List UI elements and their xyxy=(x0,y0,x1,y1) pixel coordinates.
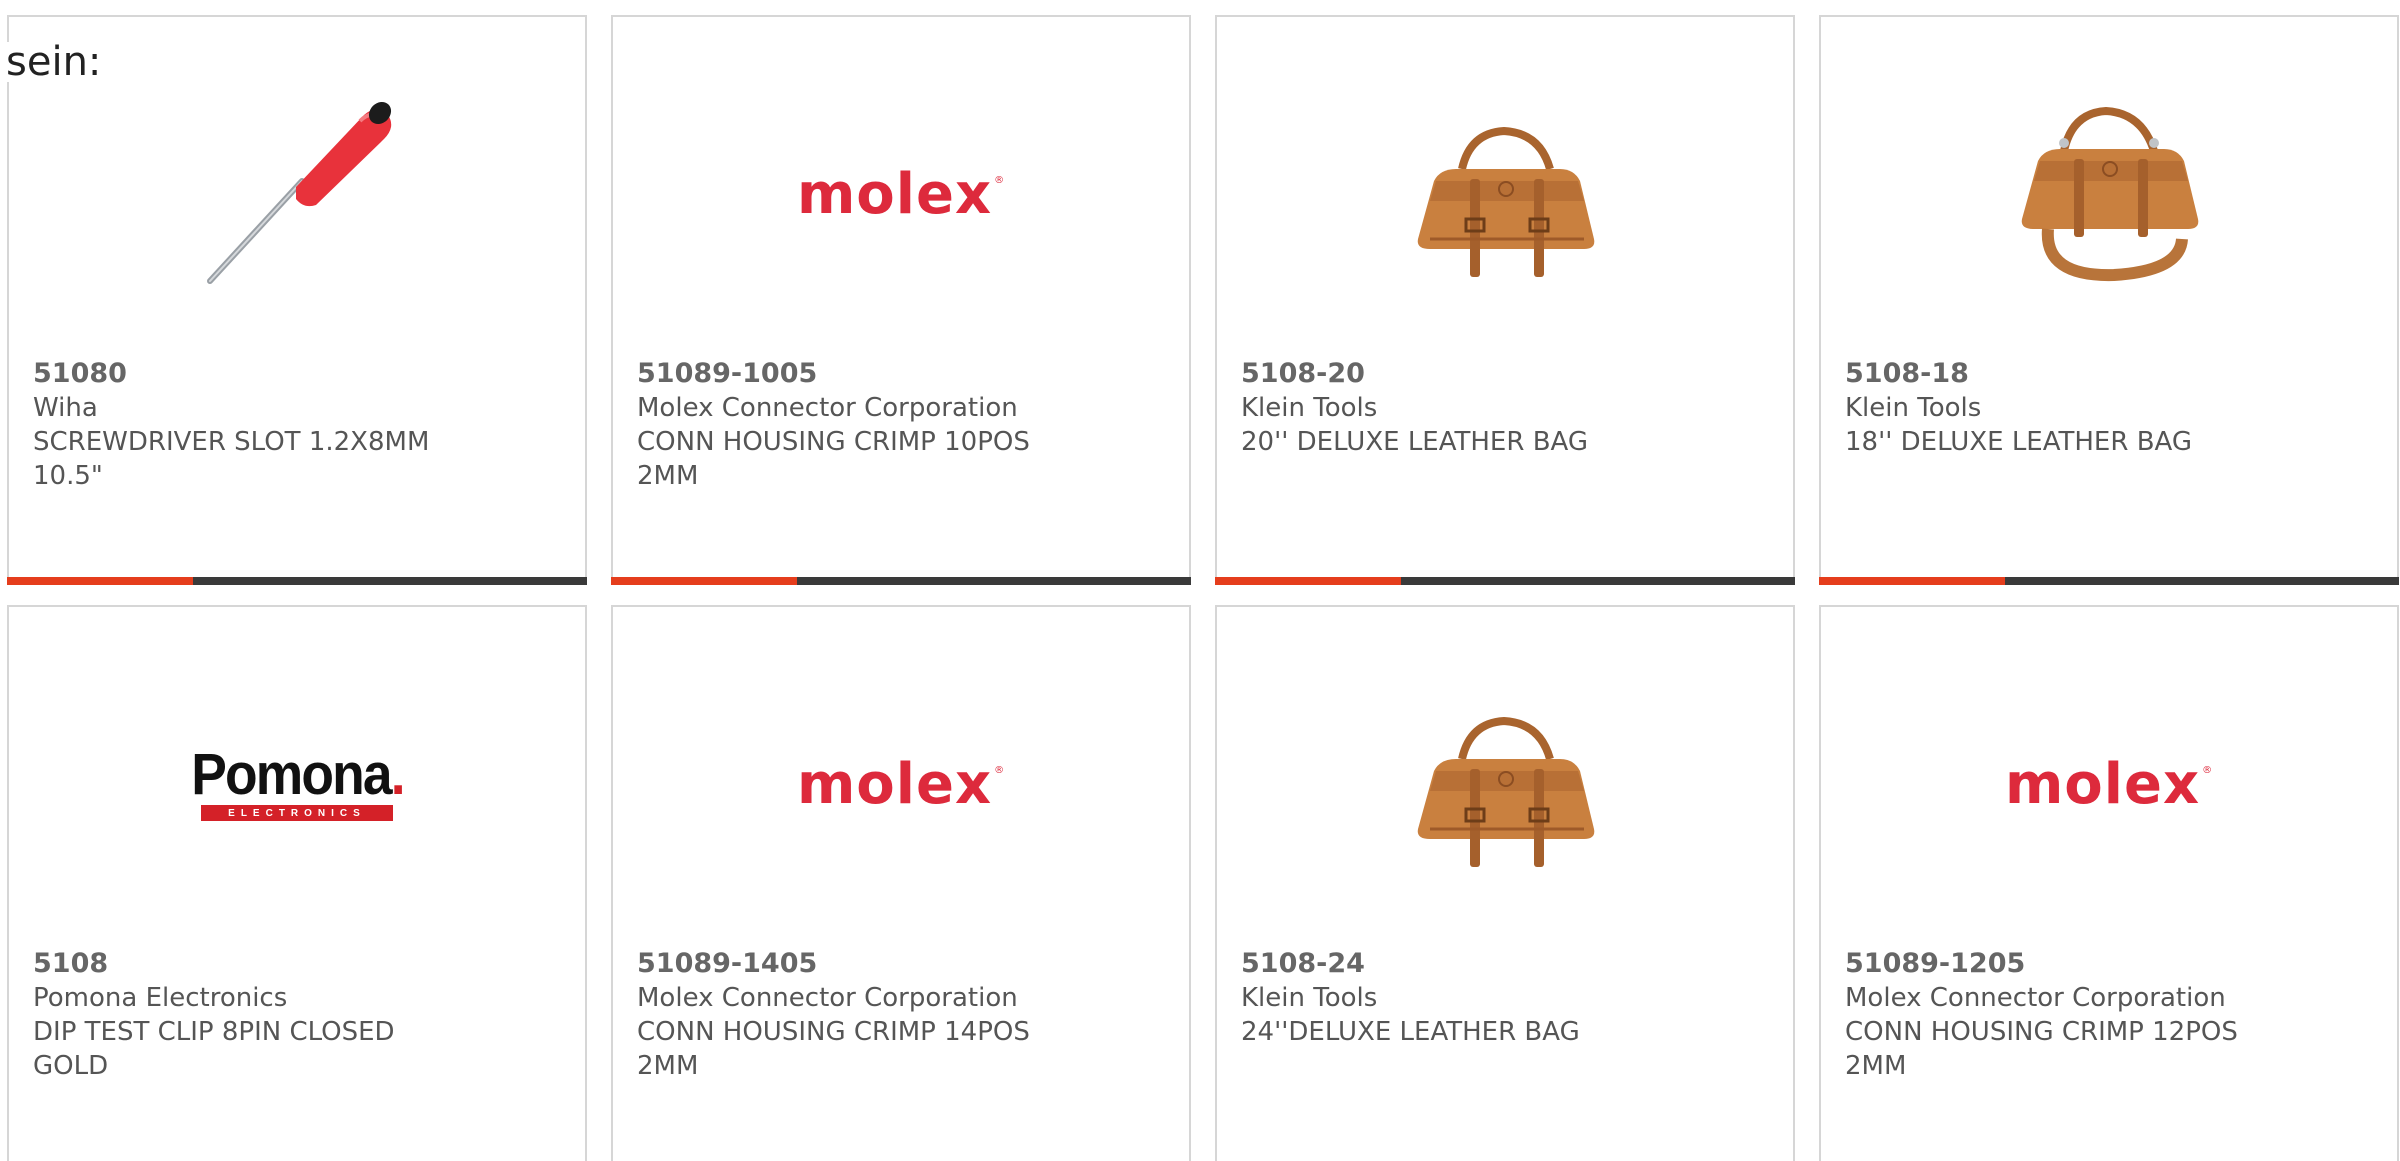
part-number[interactable]: 5108-20 xyxy=(1241,357,1653,391)
description: SCREWDRIVER SLOT 1.2X8MM 10.5" xyxy=(33,427,430,491)
description: CONN HOUSING CRIMP 10POS 2MM xyxy=(637,427,1030,491)
part-number[interactable]: 5108-24 xyxy=(1241,947,1653,981)
description: 18'' DELUXE LEATHER BAG xyxy=(1845,427,2193,457)
pomona-logo-text: Pomona xyxy=(190,742,392,807)
molex-logo-mark: ® xyxy=(994,174,1006,186)
product-card[interactable]: 5108-18 Klein Tools 18'' DELUXE LEATHER … xyxy=(1819,15,2399,585)
product-image: Pomona. ELECTRONICS xyxy=(9,679,585,889)
molex-logo: molex ® xyxy=(2005,752,2213,817)
product-card[interactable]: 5108-24 Klein Tools 24''DELUXE LEATHER B… xyxy=(1215,605,1795,1161)
description: CONN HOUSING CRIMP 14POS 2MM xyxy=(637,1017,1030,1081)
progress-bar xyxy=(7,577,587,585)
molex-logo-mark: ® xyxy=(2202,764,2214,776)
progress-bar xyxy=(611,577,1191,585)
product-image xyxy=(1821,89,2397,299)
part-number[interactable]: 51089-1005 xyxy=(637,357,1049,391)
description: DIP TEST CLIP 8PIN CLOSED GOLD xyxy=(33,1017,395,1081)
molex-logo-mark: ® xyxy=(994,764,1006,776)
manufacturer: Klein Tools xyxy=(1241,983,1378,1013)
pomona-logo-band: ELECTRONICS xyxy=(201,805,393,821)
product-image xyxy=(1217,679,1793,889)
product-card[interactable]: Pomona. ELECTRONICS 5108 Pomona Electron… xyxy=(7,605,587,1161)
pomona-logo-word: Pomona. xyxy=(191,746,405,804)
molex-logo: molex ® xyxy=(797,162,1005,227)
intro-text: sein: xyxy=(6,39,104,85)
leather-bag-strap-icon xyxy=(2004,89,2214,299)
product-card[interactable]: molex ® 51089-1005 Molex Connector Corpor… xyxy=(611,15,1191,585)
product-info: 51080 Wiha SCREWDRIVER SLOT 1.2X8MM 10.5… xyxy=(33,357,445,493)
molex-logo-text: molex xyxy=(796,161,993,227)
progress-bar xyxy=(1819,577,2399,585)
description: 24''DELUXE LEATHER BAG xyxy=(1241,1017,1580,1047)
progress-fill xyxy=(611,577,797,585)
product-card[interactable]: 51080 Wiha SCREWDRIVER SLOT 1.2X8MM 10.5… xyxy=(7,15,587,585)
manufacturer: Molex Connector Corporation xyxy=(1845,983,2226,1013)
part-number[interactable]: 51089-1205 xyxy=(1845,947,2257,981)
product-info: 51089-1205 Molex Connector Corporation C… xyxy=(1845,947,2257,1083)
product-grid-page: sein: 51080 Wiha SCREWDRIVER SLOT 1.2X8M… xyxy=(0,0,2400,1161)
manufacturer: Wiha xyxy=(33,393,98,423)
molex-logo-text: molex xyxy=(2004,751,2201,817)
part-number[interactable]: 51089-1405 xyxy=(637,947,1049,981)
product-image: molex ® xyxy=(613,679,1189,889)
part-number[interactable]: 5108 xyxy=(33,947,445,981)
part-number[interactable]: 51080 xyxy=(33,357,445,391)
product-card[interactable]: molex ® 51089-1205 Molex Connector Corpor… xyxy=(1819,605,2399,1161)
product-image xyxy=(9,89,585,299)
description: 20'' DELUXE LEATHER BAG xyxy=(1241,427,1589,457)
progress-fill xyxy=(7,577,193,585)
manufacturer: Molex Connector Corporation xyxy=(637,393,1018,423)
screwdriver-icon xyxy=(192,89,402,299)
product-info: 5108-24 Klein Tools 24''DELUXE LEATHER B… xyxy=(1241,947,1653,1049)
product-grid: 51080 Wiha SCREWDRIVER SLOT 1.2X8MM 10.5… xyxy=(7,15,2399,1161)
manufacturer: Pomona Electronics xyxy=(33,983,288,1013)
product-info: 5108 Pomona Electronics DIP TEST CLIP 8P… xyxy=(33,947,445,1083)
description: CONN HOUSING CRIMP 12POS 2MM xyxy=(1845,1017,2238,1081)
product-info: 51089-1405 Molex Connector Corporation C… xyxy=(637,947,1049,1083)
progress-fill xyxy=(1215,577,1401,585)
progress-fill xyxy=(1819,577,2005,585)
molex-logo: molex ® xyxy=(797,752,1005,817)
leather-bag-icon xyxy=(1400,89,1610,299)
product-info: 51089-1005 Molex Connector Corporation C… xyxy=(637,357,1049,493)
product-image xyxy=(1217,89,1793,299)
manufacturer: Klein Tools xyxy=(1241,393,1378,423)
progress-bar xyxy=(1215,577,1795,585)
manufacturer: Klein Tools xyxy=(1845,393,1982,423)
product-info: 5108-18 Klein Tools 18'' DELUXE LEATHER … xyxy=(1845,357,2257,459)
product-image: molex ® xyxy=(613,89,1189,299)
product-image: molex ® xyxy=(1821,679,2397,889)
pomona-logo: Pomona. ELECTRONICS xyxy=(191,746,405,821)
pomona-logo-dot: . xyxy=(390,742,405,807)
molex-logo-text: molex xyxy=(796,751,993,817)
product-info: 5108-20 Klein Tools 20'' DELUXE LEATHER … xyxy=(1241,357,1653,459)
product-card[interactable]: molex ® 51089-1405 Molex Connector Corpor… xyxy=(611,605,1191,1161)
manufacturer: Molex Connector Corporation xyxy=(637,983,1018,1013)
leather-bag-icon xyxy=(1400,679,1610,889)
part-number[interactable]: 5108-18 xyxy=(1845,357,2257,391)
product-card[interactable]: 5108-20 Klein Tools 20'' DELUXE LEATHER … xyxy=(1215,15,1795,585)
